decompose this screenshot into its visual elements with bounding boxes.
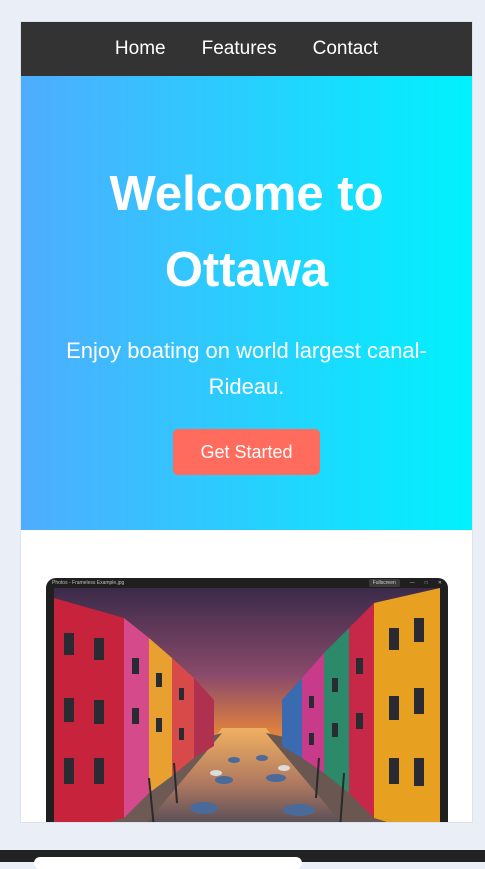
photo-window-title: Photos - Frameless Example.jpg [52, 580, 125, 586]
hero-subtitle: Enjoy boating on world largest canal- Ri… [66, 338, 427, 399]
nav-link-features[interactable]: Features [202, 38, 277, 60]
page-card: Home Features Contact Welcome to Ottawa … [21, 22, 472, 822]
photo-window-controls: Fullscreen — □ ✕ [368, 579, 442, 587]
hero-title: Welcome to Ottawa [109, 167, 384, 297]
canal-photo [54, 588, 440, 822]
fullscreen-button: Fullscreen [368, 579, 400, 587]
photo-window-screenshot: Photos - Frameless Example.jpg Fullscree… [46, 578, 448, 822]
top-navbar: Home Features Contact [21, 22, 472, 76]
close-icon: ✕ [437, 580, 442, 586]
nav-link-contact[interactable]: Contact [313, 38, 378, 60]
taskbar-search-pill[interactable] [34, 857, 302, 869]
hero-section: Welcome to Ottawa Enjoy boating on world… [21, 76, 472, 530]
maximize-icon: □ [424, 580, 428, 586]
minimize-icon: — [409, 580, 415, 586]
nav-link-home[interactable]: Home [115, 38, 166, 60]
get-started-button[interactable]: Get Started [173, 429, 320, 475]
photo-window-titlebar: Photos - Frameless Example.jpg Fullscree… [46, 578, 448, 588]
